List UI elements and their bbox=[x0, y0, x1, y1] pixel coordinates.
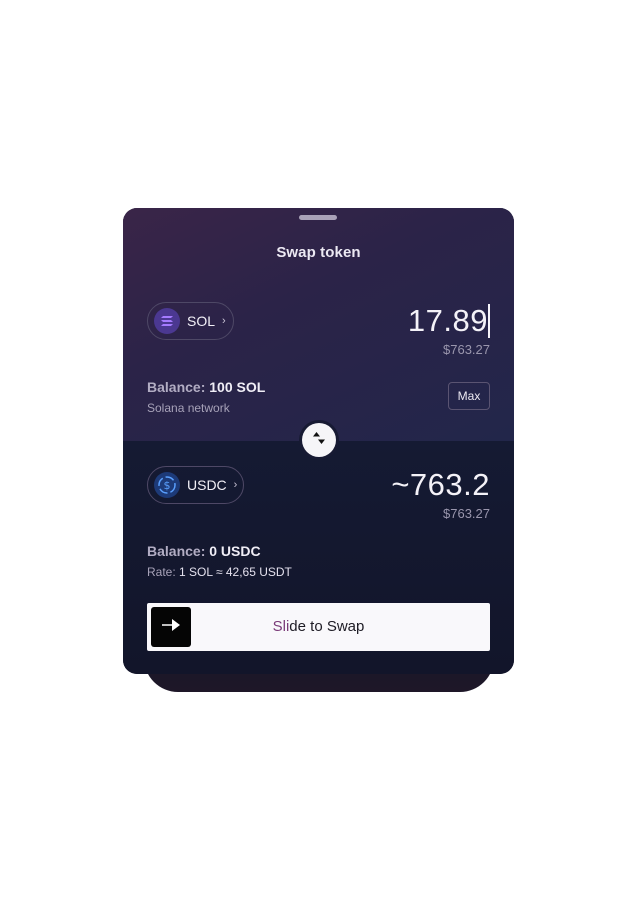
usdc-icon: $ bbox=[154, 472, 180, 498]
text-caret bbox=[488, 304, 490, 338]
solana-icon bbox=[154, 308, 180, 334]
to-token-selector[interactable]: $ USDC › bbox=[147, 466, 244, 504]
slide-label-rest: de to Swap bbox=[289, 618, 365, 635]
to-amount-value: ~763.2 bbox=[391, 467, 490, 502]
slider-thumb[interactable] bbox=[151, 607, 191, 647]
chevron-right-icon: › bbox=[233, 479, 238, 491]
to-fiat-value: $763.27 bbox=[443, 506, 490, 521]
exchange-rate: Rate: 1 SOL ≈ 42,65 USDT bbox=[147, 565, 292, 579]
rate-label: Rate: bbox=[147, 565, 176, 579]
swap-sheet: Swap token SOL › 17.89 $763.27 Balance: … bbox=[123, 208, 514, 692]
drag-handle[interactable] bbox=[299, 215, 337, 220]
swap-arrows-icon bbox=[312, 431, 326, 450]
max-button[interactable]: Max bbox=[448, 382, 490, 410]
to-balance-label: Balance: bbox=[147, 543, 206, 559]
from-balance: Balance: 100 SOL bbox=[147, 379, 265, 395]
slide-to-swap-label: Slide to Swap bbox=[147, 618, 490, 635]
from-balance-value: 100 SOL bbox=[209, 379, 266, 395]
from-token-label: SOL bbox=[187, 313, 216, 329]
from-balance-label: Balance: bbox=[147, 379, 206, 395]
slide-to-swap[interactable]: Slide to Swap bbox=[147, 603, 490, 651]
sheet-title: Swap token bbox=[276, 244, 361, 261]
swap-direction-button[interactable] bbox=[302, 423, 336, 457]
to-balance-value: 0 USDC bbox=[209, 543, 261, 559]
from-network: Solana network bbox=[147, 401, 230, 415]
from-fiat-value: $763.27 bbox=[443, 342, 490, 357]
to-token-label: USDC bbox=[187, 477, 227, 493]
rate-value: 1 SOL ≈ 42,65 USDT bbox=[179, 565, 292, 579]
svg-text:$: $ bbox=[164, 479, 171, 492]
from-amount-input[interactable]: 17.89 bbox=[408, 304, 490, 338]
to-balance: Balance: 0 USDC bbox=[147, 543, 261, 559]
chevron-right-icon: › bbox=[222, 315, 226, 327]
from-amount-value: 17.89 bbox=[407, 303, 488, 338]
from-token-selector[interactable]: SOL › bbox=[147, 302, 234, 340]
slide-label-highlight: Sli bbox=[272, 618, 290, 635]
arrow-right-icon bbox=[161, 618, 181, 637]
